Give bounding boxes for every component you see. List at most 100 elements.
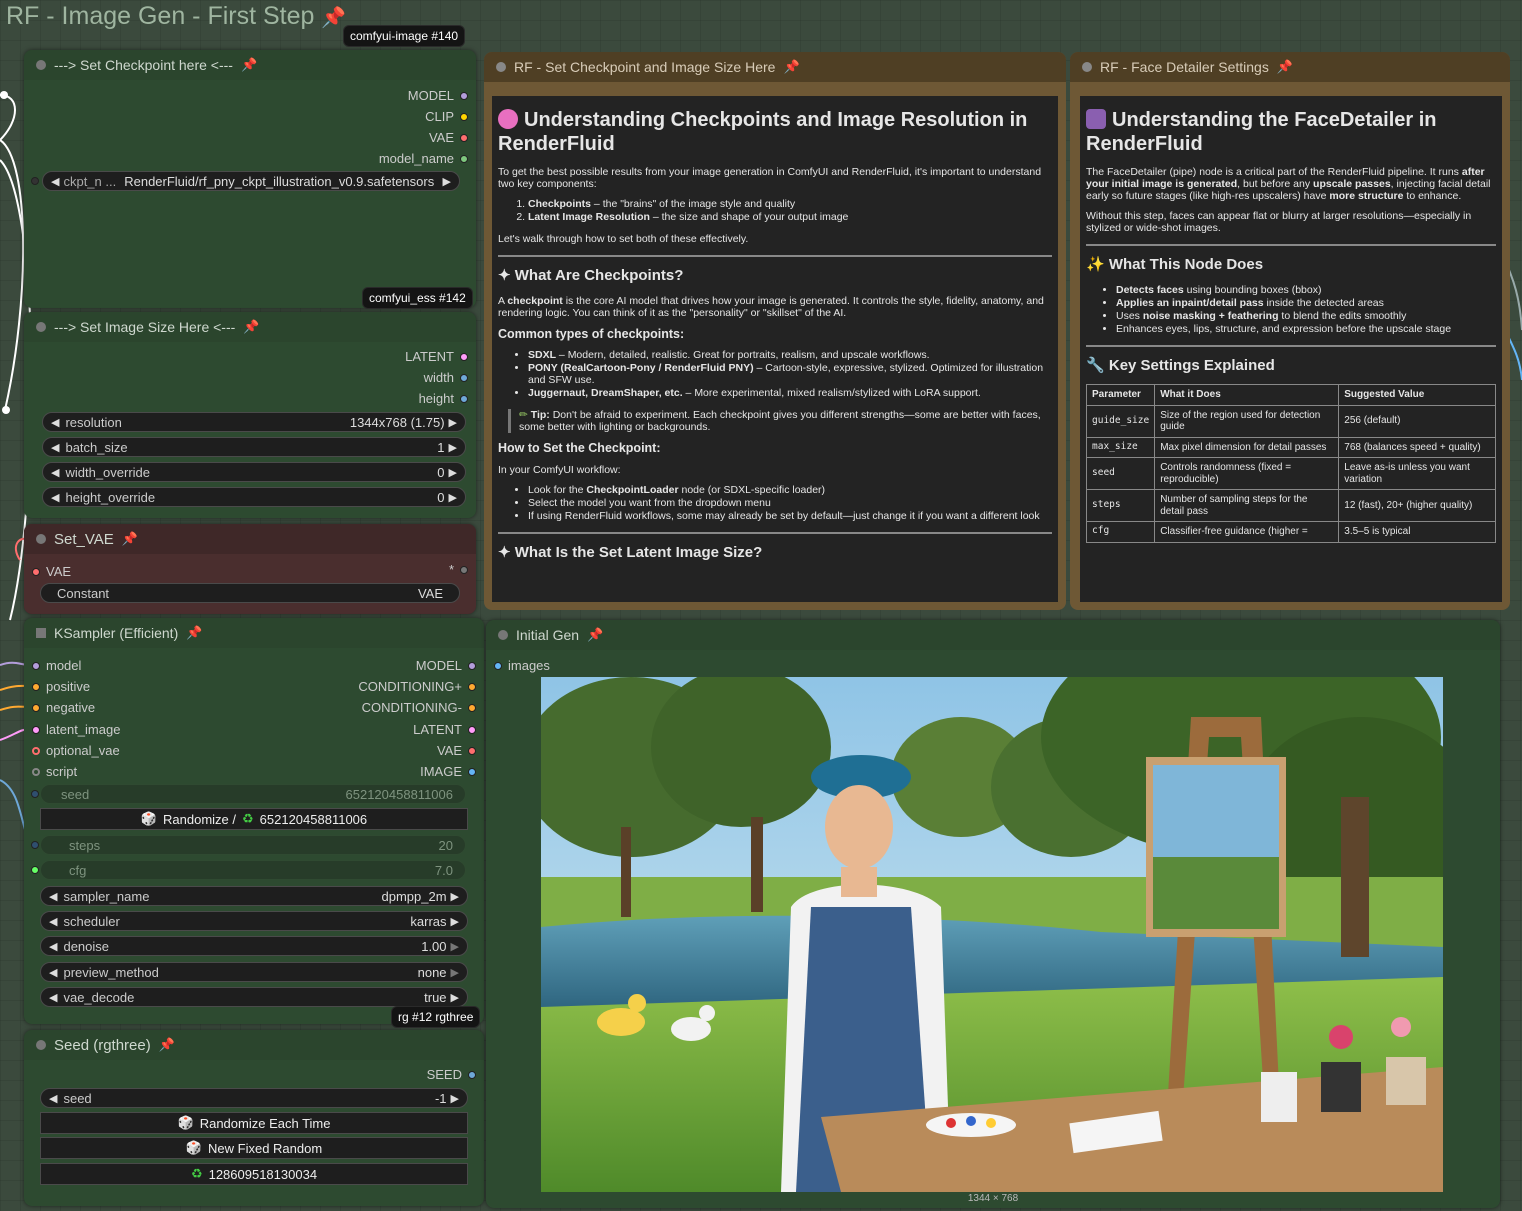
any-output-socket[interactable]	[460, 565, 468, 574]
height-output-socket[interactable]	[460, 394, 468, 403]
resolution-combo[interactable]: ◀ resolution 1344x768 (1.75) ▶	[42, 412, 466, 432]
table-header: Parameter	[1085, 384, 1156, 406]
collapse-square[interactable]	[36, 628, 46, 638]
height-override-input[interactable]: ◀ height_override 0 ▶	[42, 487, 466, 507]
model-name-output-socket[interactable]	[460, 154, 468, 163]
arrow-right-icon[interactable]: ▶	[451, 915, 459, 928]
latent-output-socket[interactable]	[460, 352, 468, 361]
positive-input-socket[interactable]	[32, 682, 40, 691]
image-output-socket[interactable]	[468, 767, 476, 776]
arrow-left-icon[interactable]: ◀	[51, 441, 59, 454]
arrow-right-icon[interactable]: ▶	[443, 175, 451, 188]
model-output-socket[interactable]	[468, 661, 476, 670]
generated-image[interactable]	[541, 677, 1443, 1192]
ksampler-node[interactable]: KSampler (Efficient) 📌 model positive ne…	[24, 618, 484, 1024]
arrow-right-icon[interactable]: ▶	[451, 890, 459, 903]
denoise-input[interactable]: ◀ denoise 1.00 ▶	[40, 936, 468, 956]
images-input-socket[interactable]	[494, 661, 502, 670]
arrow-left-icon[interactable]: ◀	[49, 915, 57, 928]
image-size-node[interactable]: ---> Set Image Size Here <--- 📌 LATENT w…	[24, 312, 476, 518]
randomize-seed-button[interactable]: 🎲 Randomize / ♻ 652120458811006	[40, 808, 468, 830]
collapse-dot[interactable]	[36, 534, 46, 544]
output-label: model_name	[378, 151, 454, 166]
face-detailer-notes-node[interactable]: RF - Face Detailer Settings 📌 Understand…	[1070, 52, 1510, 610]
steps-input-socket[interactable]	[31, 841, 39, 849]
collapse-dot[interactable]	[36, 1040, 46, 1050]
latent-output-socket[interactable]	[468, 725, 476, 734]
sampler-name-combo[interactable]: ◀ sampler_name dpmpp_2m ▶	[40, 886, 468, 906]
node-title: KSampler (Efficient)	[54, 625, 179, 641]
constant-text-field[interactable]: Constant VAE	[40, 583, 460, 603]
use-last-seed-button[interactable]: ♻ 128609518130034	[40, 1163, 468, 1185]
scheduler-combo[interactable]: ◀ scheduler karras ▶	[40, 911, 468, 931]
steps-field[interactable]: steps 20	[40, 835, 466, 855]
cond-pos-output-socket[interactable]	[468, 682, 476, 691]
arrow-right-icon[interactable]: ▶	[451, 940, 459, 953]
arrow-right-icon[interactable]: ▶	[449, 441, 457, 454]
model-output-socket[interactable]	[460, 91, 468, 100]
seed-input[interactable]: ◀ seed -1 ▶	[40, 1088, 468, 1108]
arrow-right-icon[interactable]: ▶	[449, 416, 457, 429]
seed-input-socket[interactable]	[31, 790, 39, 798]
cfg-field[interactable]: cfg 7.0	[40, 860, 466, 880]
checkpoint-loader-node[interactable]: ---> Set Checkpoint here <--- 📌 MODEL CL…	[24, 50, 476, 308]
checkpoint-notes-node[interactable]: RF - Set Checkpoint and Image Size Here …	[484, 52, 1066, 610]
vae-output-socket[interactable]	[468, 746, 476, 755]
batch-size-input[interactable]: ◀ batch_size 1 ▶	[42, 437, 466, 457]
input-label: negative	[46, 700, 96, 715]
seed-field[interactable]: seed 652120458811006	[40, 784, 466, 804]
node-title: RF - Set Checkpoint and Image Size Here	[514, 59, 776, 75]
arrow-left-icon[interactable]: ◀	[51, 416, 59, 429]
sparkle-icon: ✦	[498, 267, 511, 285]
output-label: MODEL	[415, 658, 462, 673]
width-override-input[interactable]: ◀ width_override 0 ▶	[42, 462, 466, 482]
ckpt-name-combo[interactable]: ◀ ckpt_n ... RenderFluid/rf_pny_ckpt_ill…	[42, 171, 460, 191]
arrow-left-icon[interactable]: ◀	[49, 1092, 57, 1105]
preview-method-combo[interactable]: ◀ preview_method none ▶	[40, 962, 468, 982]
vae-output-socket[interactable]	[460, 133, 468, 142]
vae-input-socket[interactable]	[32, 567, 40, 576]
doc-paragraph: A checkpoint is the core AI model that d…	[498, 294, 1044, 319]
collapse-dot[interactable]	[36, 322, 46, 332]
arrow-left-icon[interactable]: ◀	[49, 991, 57, 1004]
markdown-document[interactable]: Understanding the FaceDetailer in Render…	[1080, 96, 1502, 602]
collapse-dot[interactable]	[496, 62, 506, 72]
negative-input-socket[interactable]	[32, 703, 40, 712]
script-input-socket[interactable]	[32, 767, 40, 776]
arrow-left-icon[interactable]: ◀	[49, 966, 57, 979]
cfg-input-socket[interactable]	[31, 866, 39, 874]
arrow-right-icon[interactable]: ▶	[449, 491, 457, 504]
seed-rgthree-node[interactable]: Seed (rgthree) 📌 SEED ◀ seed -1 ▶ 🎲 Randomiz…	[24, 1030, 484, 1206]
latent-input-socket[interactable]	[32, 725, 40, 734]
cond-neg-output-socket[interactable]	[468, 703, 476, 712]
doc-paragraph: To get the best possible results from yo…	[498, 166, 1042, 191]
node-badge: comfyui-image #140	[343, 25, 466, 47]
input-label: script	[46, 764, 78, 779]
collapse-dot[interactable]	[1082, 62, 1092, 72]
width-output-socket[interactable]	[460, 373, 468, 382]
markdown-document[interactable]: Understanding Checkpoints and Image Reso…	[492, 96, 1058, 602]
preview-image-node[interactable]: Initial Gen 📌 images 1344 × 768	[486, 620, 1500, 1208]
set-vae-node[interactable]: Set_VAE 📌 VAE * Constant VAE	[24, 524, 476, 614]
new-fixed-random-button[interactable]: 🎲 New Fixed Random	[40, 1137, 468, 1159]
arrow-left-icon[interactable]: ◀	[49, 890, 57, 903]
model-input-socket[interactable]	[32, 661, 40, 670]
arrow-right-icon[interactable]: ▶	[449, 466, 457, 479]
arrow-right-icon[interactable]: ▶	[451, 1092, 459, 1105]
seed-output-socket[interactable]	[468, 1070, 476, 1079]
arrow-left-icon[interactable]: ◀	[49, 940, 57, 953]
clip-output-socket[interactable]	[460, 112, 468, 121]
tip-callout: ✏ Tip: Don't be afraid to experiment. Ea…	[508, 409, 1052, 434]
arrow-left-icon[interactable]: ◀	[51, 491, 59, 504]
arrow-right-icon[interactable]: ▶	[451, 966, 459, 979]
collapse-dot[interactable]	[498, 630, 508, 640]
vae-decode-combo[interactable]: ◀ vae_decode true ▶	[40, 987, 468, 1007]
randomize-each-time-button[interactable]: 🎲 Randomize Each Time	[40, 1112, 468, 1134]
widget-input-socket[interactable]	[31, 177, 39, 185]
optional-vae-input-socket[interactable]	[32, 746, 40, 755]
arrow-left-icon[interactable]: ◀	[51, 466, 59, 479]
doc-paragraph: Without this step, faces can appear flat…	[1086, 210, 1472, 235]
collapse-dot[interactable]	[36, 60, 46, 70]
arrow-left-icon[interactable]: ◀	[51, 175, 59, 188]
arrow-right-icon[interactable]: ▶	[451, 991, 459, 1004]
